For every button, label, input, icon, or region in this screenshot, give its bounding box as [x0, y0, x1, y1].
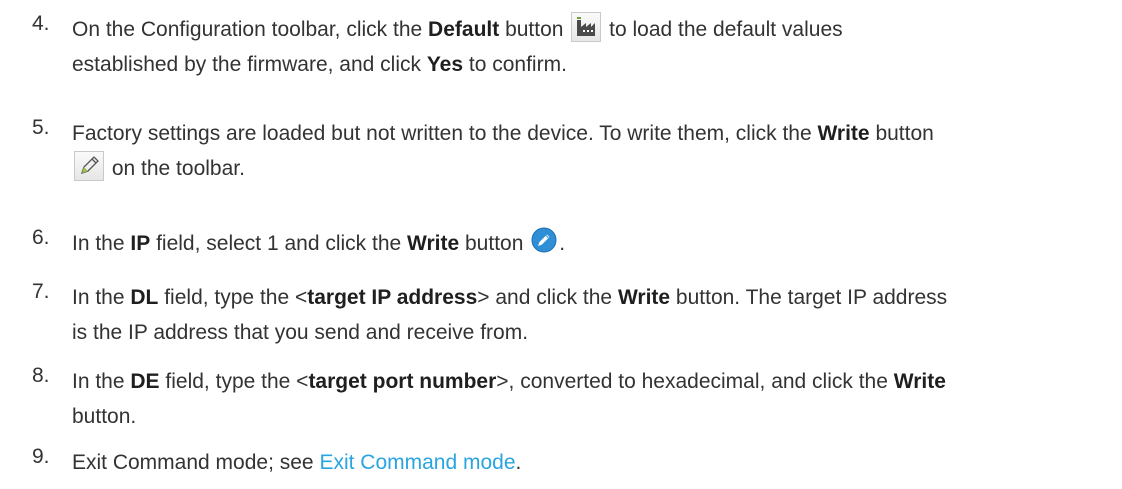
ip-label: IP	[130, 232, 151, 255]
pencil-icon[interactable]	[74, 151, 104, 181]
step-number: 6.	[32, 226, 50, 249]
step-text: In the DL field, type the <target IP add…	[72, 286, 948, 344]
yes-label: Yes	[426, 53, 464, 76]
default-label: Default	[428, 18, 500, 41]
write-label: Write	[617, 286, 671, 309]
pencil-circle-icon[interactable]	[531, 227, 557, 253]
step-text: In the DE field, type the <target port n…	[72, 370, 946, 428]
step-text: Factory settings are loaded but not writ…	[72, 122, 934, 181]
step-text: In the IP field, select 1 and click the …	[72, 226, 1112, 261]
exit-command-mode-link[interactable]: Exit Command mode	[319, 451, 515, 474]
write-label: Write	[817, 122, 870, 145]
factory-icon[interactable]	[571, 12, 602, 42]
step-number: 5.	[32, 116, 50, 139]
step-text: On the Configuration toolbar, click the …	[72, 12, 1112, 82]
step-text: Exit Command mode; see Exit Command mode…	[72, 451, 522, 474]
write-label: Write	[893, 370, 946, 393]
write-label: Write	[407, 232, 460, 255]
de-label: DE	[130, 370, 160, 393]
step-number: 7.	[32, 280, 50, 303]
target-ip-label: target IP address	[307, 286, 478, 309]
step-number: 8.	[32, 364, 50, 387]
dl-label: DL	[130, 286, 159, 309]
target-port-label: target port number	[308, 370, 497, 393]
step-number: 4.	[32, 12, 50, 35]
step-number: 9.	[32, 445, 50, 468]
